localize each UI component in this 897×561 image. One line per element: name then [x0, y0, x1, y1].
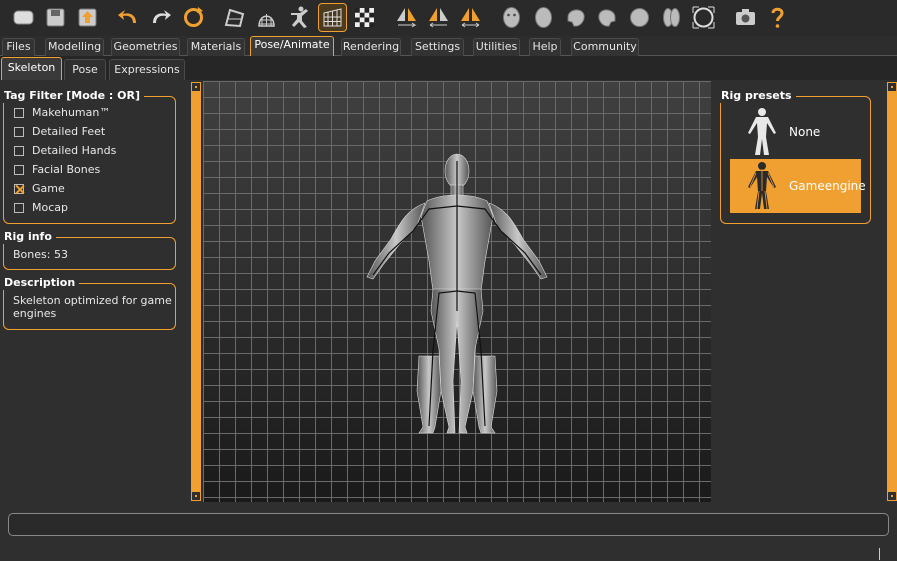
checkbox-makehuman[interactable]: Makehuman™ [14, 103, 110, 122]
rig-info-group: Rig info Bones: 53 [2, 230, 176, 270]
smooth-icon[interactable] [220, 3, 249, 32]
tab-community[interactable]: Community [571, 38, 639, 56]
top-view-icon[interactable] [625, 3, 654, 32]
tab-files[interactable]: Files [2, 38, 35, 56]
tab-modelling[interactable]: Modelling [45, 38, 104, 56]
tab-settings[interactable]: Settings [411, 38, 464, 56]
tab-utilities[interactable]: Utilities [473, 38, 520, 56]
right-view-slider[interactable] [887, 82, 897, 501]
tab-rendering[interactable]: Rendering [341, 38, 401, 56]
checkbox-label: Makehuman™ [32, 106, 111, 119]
rig-presets-title: Rig presets [719, 89, 796, 103]
3d-viewport[interactable] [203, 81, 711, 502]
checkbox-label: Mocap [32, 201, 68, 214]
resize-grip[interactable] [879, 548, 880, 560]
checkbox-box[interactable] [14, 145, 24, 156]
description-line-2: engines [13, 307, 57, 320]
tab-pose[interactable]: Pose [64, 59, 106, 80]
rig-info-title: Rig info [2, 230, 56, 244]
checkbox-game[interactable]: Game [14, 179, 65, 198]
screenshot-icon[interactable] [731, 3, 760, 32]
grid-icon[interactable] [318, 3, 347, 32]
description-title: Description [2, 276, 80, 290]
preset-none[interactable]: None [730, 105, 861, 159]
symmetry-icon[interactable] [456, 3, 485, 32]
checkbox-box[interactable] [14, 126, 24, 137]
tag-filter-group: Tag Filter [Mode : OR] Makehuman™ Detail… [2, 89, 176, 224]
human-model-figure [366, 153, 548, 434]
wireframe-icon[interactable] [252, 3, 281, 32]
slider-top-handle[interactable] [191, 82, 201, 92]
checker-icon[interactable] [350, 3, 379, 32]
checkbox-label: Detailed Feet [32, 125, 106, 138]
tab-help[interactable]: Help [529, 38, 561, 56]
bottom-view-icon[interactable] [657, 3, 686, 32]
tab-pose-animate[interactable]: Pose/Animate [250, 36, 334, 56]
status-bar [8, 513, 889, 536]
main-tab-bar: Files Modelling Geometries Materials Pos… [0, 36, 897, 56]
reset-icon[interactable] [179, 3, 208, 32]
undo-icon[interactable] [114, 3, 143, 32]
checkbox-facial-bones[interactable]: Facial Bones [14, 160, 100, 179]
skeleton-figure-icon [748, 162, 776, 210]
right-view-icon[interactable] [593, 3, 622, 32]
undo-all-icon[interactable] [9, 3, 38, 32]
checkbox-mocap[interactable]: Mocap [14, 198, 68, 217]
sub-tab-bar: Skeleton Pose Expressions [0, 56, 897, 80]
slider-top-handle[interactable] [887, 82, 897, 92]
tab-materials[interactable]: Materials [187, 38, 245, 56]
reset-camera-icon[interactable] [689, 3, 718, 32]
export-icon[interactable] [73, 3, 102, 32]
bones-count: Bones: 53 [13, 248, 68, 261]
symmetry-left-icon[interactable] [424, 3, 453, 32]
tag-filter-title: Tag Filter [Mode : OR] [2, 89, 145, 103]
checkbox-box[interactable] [14, 202, 24, 213]
symmetry-right-icon[interactable] [392, 3, 421, 32]
help-icon[interactable] [763, 3, 792, 32]
checkbox-detailed-hands[interactable]: Detailed Hands [14, 141, 116, 160]
checkbox-box[interactable] [14, 164, 24, 175]
checkbox-label: Facial Bones [32, 163, 101, 176]
checkbox-detailed-feet[interactable]: Detailed Feet [14, 122, 105, 141]
front-view-icon[interactable] [497, 3, 526, 32]
left-view-slider[interactable] [191, 82, 201, 501]
back-view-icon[interactable] [529, 3, 558, 32]
main-toolbar [0, 0, 897, 36]
slider-bottom-handle[interactable] [887, 491, 897, 501]
tab-skeleton[interactable]: Skeleton [1, 57, 62, 80]
tab-geometries[interactable]: Geometries [111, 38, 180, 56]
checkbox-label: Game [32, 182, 65, 195]
checkbox-label: Detailed Hands [32, 144, 117, 157]
human-silhouette-icon [748, 108, 776, 155]
redo-icon[interactable] [146, 3, 175, 32]
left-view-icon[interactable] [561, 3, 590, 32]
tab-expressions[interactable]: Expressions [109, 59, 185, 80]
pose-icon[interactable] [285, 3, 314, 32]
save-icon[interactable] [41, 3, 70, 32]
preset-none-label: None [789, 124, 821, 139]
checkbox-box[interactable] [14, 107, 24, 118]
description-group: Description Skeleton optimized for game … [2, 276, 176, 330]
slider-bottom-handle[interactable] [191, 491, 201, 501]
checkbox-box-checked[interactable] [14, 183, 24, 194]
description-line-1: Skeleton optimized for game [13, 294, 172, 307]
preset-game-engine-label: Game engine [789, 178, 866, 193]
preset-game-engine[interactable]: Game engine [730, 159, 866, 213]
rig-presets-group: Rig presets None Game engine [719, 89, 871, 224]
